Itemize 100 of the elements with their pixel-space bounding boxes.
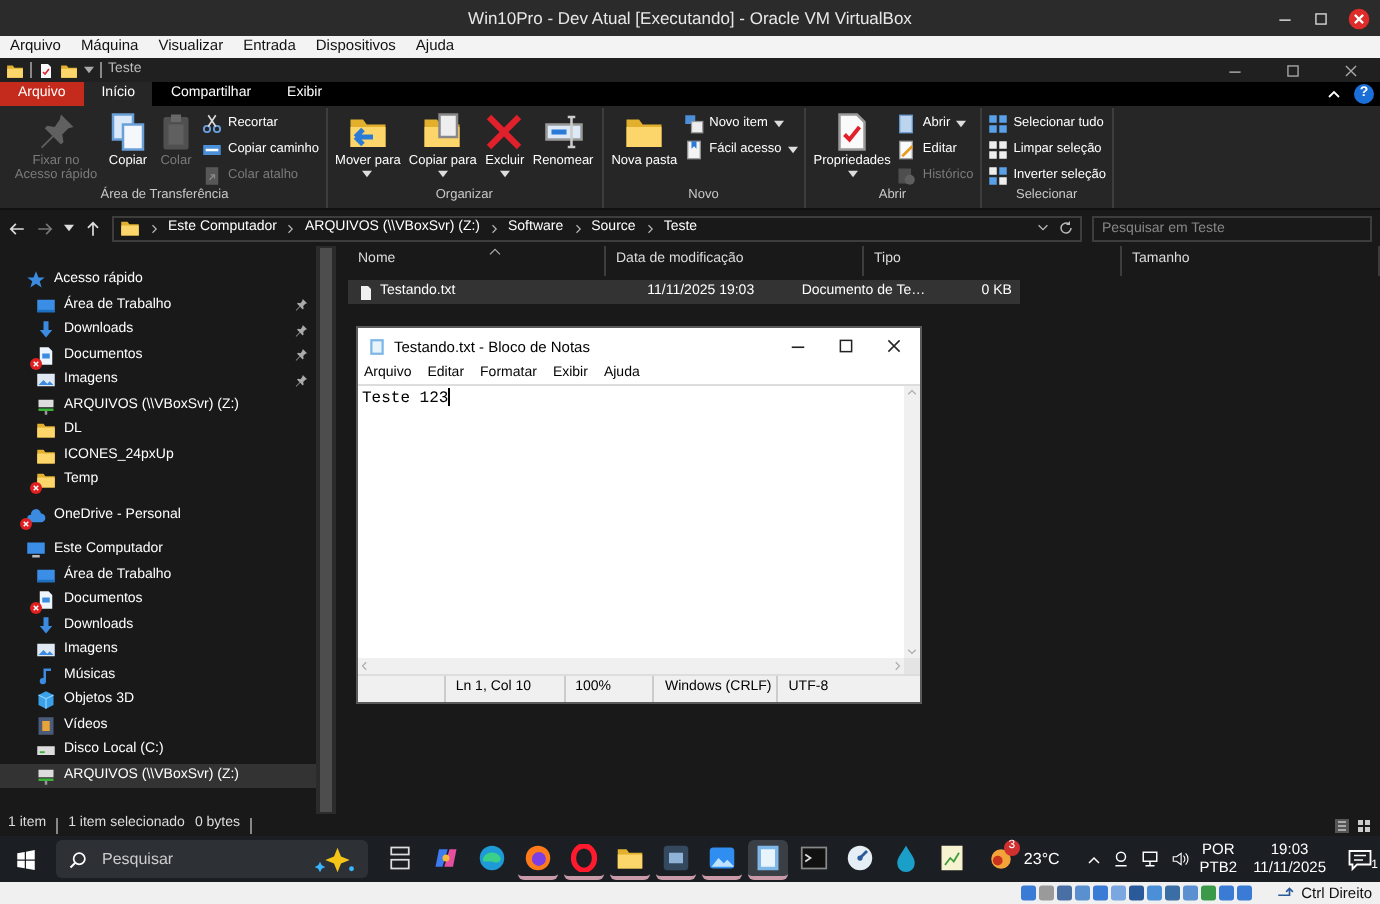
restore-button[interactable] bbox=[1284, 61, 1302, 79]
error-icon bbox=[30, 602, 42, 615]
vertical-scrollbar[interactable] bbox=[904, 386, 920, 658]
scroll-up-icon bbox=[906, 386, 918, 398]
copy-folder-icon bbox=[422, 112, 463, 152]
window-stack-icon bbox=[386, 843, 414, 871]
close-button[interactable] bbox=[884, 336, 904, 356]
sparkle-icon bbox=[312, 845, 356, 873]
ring-icon bbox=[570, 843, 598, 871]
desktop-icon bbox=[36, 295, 56, 316]
bookmark-page-icon bbox=[683, 139, 704, 159]
pin-icon bbox=[36, 112, 76, 152]
error-icon bbox=[30, 482, 42, 495]
film-icon bbox=[36, 715, 56, 736]
caret-icon bbox=[84, 66, 94, 74]
details-view-icon[interactable] bbox=[1334, 817, 1350, 833]
caret-icon bbox=[499, 170, 510, 179]
collapse-ribbon-icon[interactable] bbox=[1326, 86, 1342, 102]
shortcut-icon bbox=[202, 165, 222, 185]
pin-icon bbox=[294, 373, 308, 388]
show-hidden-icons-icon[interactable] bbox=[1085, 851, 1102, 867]
folder-icon[interactable] bbox=[60, 61, 78, 79]
up-button[interactable] bbox=[84, 219, 102, 237]
edit-icon bbox=[896, 139, 917, 159]
scissors-icon bbox=[202, 113, 222, 133]
picture-icon bbox=[36, 370, 56, 391]
error-icon bbox=[20, 517, 32, 530]
windows-logo-icon bbox=[15, 849, 35, 869]
cloud-icon bbox=[26, 505, 46, 526]
document-icon bbox=[36, 345, 56, 366]
window-title: Win10Pro - Dev Atual [Executando] - Oracle VM VirtualBox bbox=[468, 7, 912, 29]
download-icon bbox=[36, 615, 56, 636]
taskbar-button[interactable] bbox=[564, 839, 604, 879]
close-button[interactable] bbox=[1342, 61, 1360, 79]
scroll-right-icon bbox=[892, 660, 904, 672]
desktop-icon bbox=[36, 565, 56, 586]
close-button[interactable] bbox=[1348, 7, 1370, 29]
delete-icon bbox=[484, 112, 525, 152]
copy-icon bbox=[108, 112, 148, 152]
chevron-icon bbox=[148, 221, 160, 235]
chevron-icon bbox=[284, 221, 297, 235]
chevron-icon bbox=[571, 221, 584, 235]
horizontal-scrollbar[interactable] bbox=[358, 658, 904, 674]
chart-note-icon bbox=[938, 843, 966, 871]
pin-icon bbox=[294, 323, 308, 338]
landscape-icon bbox=[708, 843, 736, 871]
flame-globe-icon bbox=[524, 843, 552, 871]
star-icon bbox=[26, 270, 46, 291]
pin-icon bbox=[294, 298, 308, 313]
speaker-icon[interactable] bbox=[1169, 850, 1190, 868]
search-icon bbox=[68, 849, 88, 869]
back-button[interactable] bbox=[8, 219, 26, 237]
caret-icon bbox=[847, 170, 858, 179]
invert-selection-icon bbox=[987, 165, 1008, 185]
webcam-icon[interactable] bbox=[1111, 850, 1130, 868]
gauge-icon bbox=[846, 843, 874, 871]
select-all-icon bbox=[987, 113, 1008, 133]
new-item-icon bbox=[683, 113, 704, 133]
drop-icon bbox=[892, 843, 920, 871]
caret-icon bbox=[362, 170, 373, 179]
path-icon bbox=[202, 139, 222, 159]
search-bar[interactable]: Pesquisar bbox=[56, 840, 368, 878]
network-icon[interactable] bbox=[1139, 850, 1160, 868]
error-icon bbox=[30, 357, 42, 370]
swirl-icon bbox=[432, 843, 460, 871]
forward-button[interactable] bbox=[36, 219, 54, 237]
scroll-left-icon bbox=[358, 660, 370, 672]
folder-icon bbox=[36, 420, 56, 441]
folder-icon bbox=[120, 218, 140, 238]
notepad-icon bbox=[754, 843, 782, 871]
file-icon bbox=[358, 283, 374, 301]
folder-icon bbox=[36, 445, 56, 466]
dropdown-icon[interactable] bbox=[1036, 220, 1050, 234]
computer-icon bbox=[26, 540, 46, 561]
chevron-icon bbox=[643, 221, 656, 235]
caret-icon bbox=[437, 170, 448, 179]
caret-icon bbox=[787, 145, 798, 153]
maximize-button[interactable] bbox=[836, 336, 856, 356]
cube-icon bbox=[36, 690, 56, 711]
folder-icon bbox=[6, 61, 24, 79]
properties-icon[interactable] bbox=[38, 61, 54, 79]
music-note-icon bbox=[36, 665, 56, 686]
wave-icon bbox=[478, 843, 506, 871]
folder-icon bbox=[616, 843, 644, 871]
text-area[interactable]: Teste 123 bbox=[358, 386, 904, 658]
large-icons-view-icon[interactable] bbox=[1356, 817, 1372, 833]
taskbar-button[interactable] bbox=[748, 839, 788, 879]
weather-icon[interactable] bbox=[987, 846, 1014, 872]
caret-icon bbox=[773, 119, 784, 127]
history-icon bbox=[896, 165, 917, 185]
caret-icon bbox=[64, 224, 74, 232]
select-none-icon bbox=[987, 139, 1008, 159]
keyboard-arrow-icon bbox=[1275, 884, 1294, 902]
search-field[interactable]: Pesquisar bbox=[98, 847, 278, 871]
pin-icon bbox=[294, 348, 308, 363]
rename-icon bbox=[543, 112, 584, 152]
notepad-icon bbox=[368, 337, 386, 355]
refresh-icon[interactable] bbox=[1058, 220, 1074, 236]
download-icon bbox=[36, 320, 56, 341]
notification-icon[interactable] bbox=[1348, 847, 1372, 871]
